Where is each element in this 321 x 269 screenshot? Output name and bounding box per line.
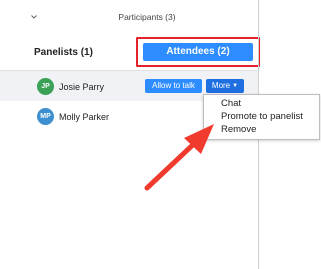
pointer-arrow-icon — [144, 124, 214, 191]
